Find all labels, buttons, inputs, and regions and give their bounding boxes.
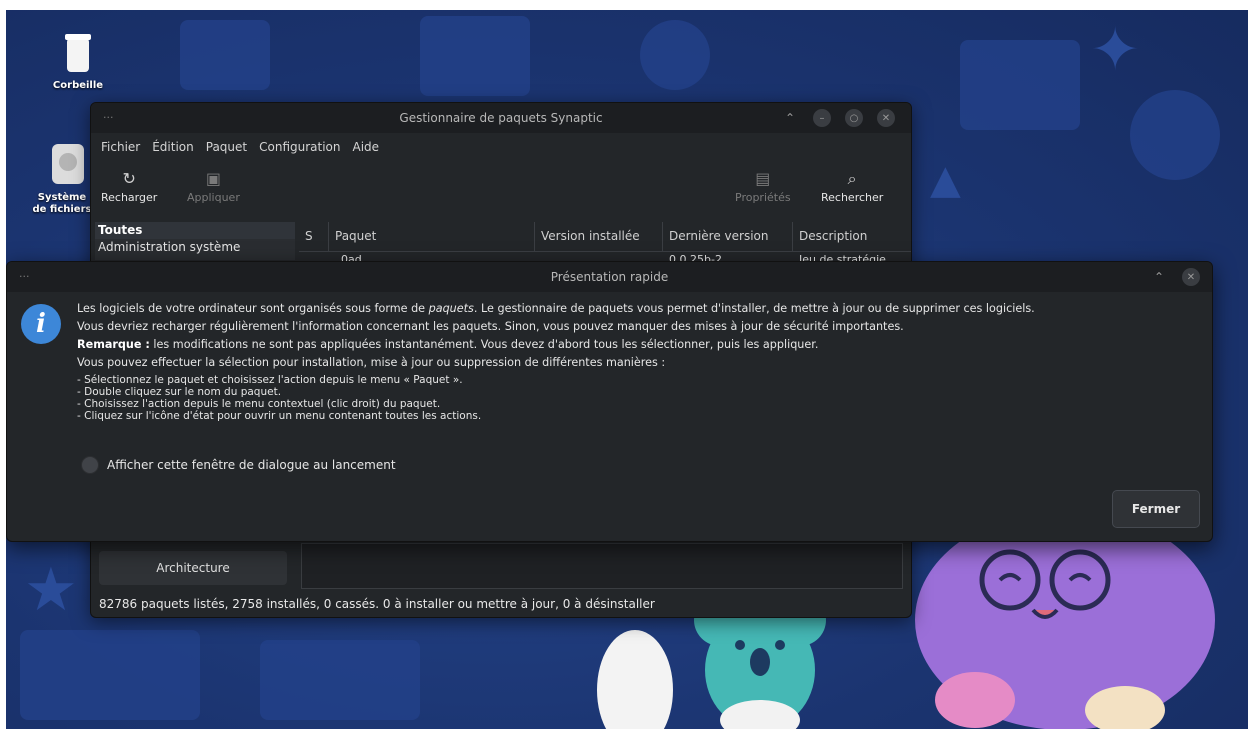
info-icon: i	[21, 304, 61, 344]
desktop-icon-label: Système de fichiers	[32, 192, 92, 215]
paragraph-2: Vous devriez recharger régulièrement l'i…	[77, 320, 904, 333]
show-on-startup-option[interactable]: Afficher cette fenêtre de dialogue au la…	[81, 456, 396, 474]
package-table-header: S Paquet Version installée Dernière vers…	[299, 222, 911, 252]
window-menu-icon[interactable]: ···	[103, 111, 114, 124]
chevron-up-icon[interactable]: ⌃	[1150, 270, 1168, 284]
quick-intro-dialog: ··· Présentation rapide ⌃ ✕ i Les logici…	[6, 261, 1213, 542]
properties-button[interactable]: ▤ Propriétés	[735, 169, 791, 204]
wallpaper-shape	[960, 40, 1080, 130]
paragraph-4: Vous pouvez effectuer la sélection pour …	[77, 356, 666, 369]
list-item: - Cliquez sur l'icône d'état pour ouvrir…	[77, 410, 482, 422]
column-status[interactable]: S	[299, 222, 329, 251]
dialog-title: Présentation rapide	[550, 270, 669, 284]
wallpaper-shape	[420, 16, 530, 96]
architecture-button[interactable]: Architecture	[99, 551, 287, 585]
list-item: - Choisissez l'action depuis le menu con…	[77, 398, 441, 410]
paragraph-1-text-end: . Le gestionnaire de paquets vous permet…	[473, 302, 1035, 315]
paragraph-3: Remarque : les modifications ne sont pas…	[77, 336, 1206, 354]
desktop-icon-trash[interactable]: Corbeille	[42, 30, 114, 92]
paragraph-3-text: les modifications ne sont pas appliquées…	[149, 338, 819, 351]
chevron-up-icon[interactable]: ⌃	[781, 111, 799, 125]
toolbar: ↻ Recharger ▣ Appliquer ▤ Propriétés ⌕ R…	[91, 161, 911, 217]
reload-icon: ↻	[122, 169, 136, 188]
instructions-list: - Sélectionnez le paquet et choisissez l…	[77, 374, 1206, 422]
status-bar: 82786 paquets listés, 2758 installés, 0 …	[99, 597, 655, 611]
screenshot-border	[0, 0, 6, 729]
wallpaper-shape	[20, 630, 200, 720]
octopus-mascot	[915, 540, 1215, 729]
apply-icon: ▣	[205, 169, 221, 188]
wallpaper-shape	[180, 20, 270, 90]
show-on-startup-checkbox[interactable]	[81, 456, 99, 474]
category-item-admin[interactable]: Administration système	[95, 239, 295, 256]
package-details-panel	[301, 543, 903, 589]
menu-paquet[interactable]: Paquet	[206, 140, 247, 154]
apply-button[interactable]: ▣ Appliquer	[187, 169, 240, 204]
paragraph-1-emphasis: paquets	[428, 302, 474, 315]
reload-button[interactable]: ↻ Recharger	[101, 169, 157, 204]
menu-configuration[interactable]: Configuration	[259, 140, 340, 154]
screenshot-border	[1248, 0, 1252, 729]
dialog-close-icon[interactable]: ✕	[1182, 268, 1200, 286]
menu-bar: Fichier Édition Paquet Configuration Aid…	[91, 133, 911, 161]
wallpaper-shape	[640, 20, 710, 90]
category-list: Toutes Administration système	[95, 222, 295, 260]
trash-icon	[65, 34, 91, 72]
dialog-titlebar[interactable]: ··· Présentation rapide ⌃ ✕	[7, 262, 1212, 292]
menu-edition[interactable]: Édition	[152, 140, 194, 154]
search-icon: ⌕	[847, 169, 857, 188]
search-button[interactable]: ⌕ Rechercher	[821, 169, 883, 204]
remark-label: Remarque :	[77, 338, 150, 351]
robot-mascot	[597, 630, 673, 729]
dialog-body: Les logiciels de votre ordinateur sont o…	[77, 300, 1206, 422]
column-description[interactable]: Description	[793, 222, 911, 251]
apply-label: Appliquer	[187, 191, 240, 204]
paragraph-1-text: Les logiciels de votre ordinateur sont o…	[77, 302, 429, 315]
wallpaper-shape	[1130, 90, 1220, 180]
properties-label: Propriétés	[735, 191, 791, 204]
close-dialog-button[interactable]: Fermer	[1112, 490, 1200, 528]
star-icon: ✦	[1090, 15, 1141, 85]
show-on-startup-label: Afficher cette fenêtre de dialogue au la…	[107, 458, 396, 472]
menu-aide[interactable]: Aide	[353, 140, 380, 154]
screenshot-border	[0, 0, 1252, 10]
star-icon: ★	[24, 555, 78, 625]
desktop-icon-label: Corbeille	[52, 80, 104, 91]
properties-icon: ▤	[755, 169, 771, 188]
hard-drive-icon	[52, 144, 84, 184]
star-icon: ▲	[930, 157, 961, 203]
menu-fichier[interactable]: Fichier	[101, 140, 140, 154]
maximize-button[interactable]: ○	[845, 109, 863, 127]
paragraph-1: Les logiciels de votre ordinateur sont o…	[77, 300, 1206, 318]
column-latest-version[interactable]: Dernière version	[663, 222, 793, 251]
wallpaper-shape	[260, 640, 420, 720]
window-titlebar[interactable]: ··· Gestionnaire de paquets Synaptic ⌃ –…	[91, 103, 911, 133]
list-item: - Sélectionnez le paquet et choisissez l…	[77, 374, 463, 386]
column-installed-version[interactable]: Version installée	[535, 222, 663, 251]
close-button[interactable]: ✕	[877, 109, 895, 127]
reload-label: Recharger	[101, 191, 158, 204]
list-item: - Double cliquez sur le nom du paquet.	[77, 386, 282, 398]
window-menu-icon[interactable]: ···	[19, 270, 30, 283]
column-package[interactable]: Paquet	[329, 222, 535, 251]
category-item-toutes[interactable]: Toutes	[95, 222, 295, 239]
minimize-button[interactable]: –	[813, 109, 831, 127]
search-label: Rechercher	[821, 191, 884, 204]
